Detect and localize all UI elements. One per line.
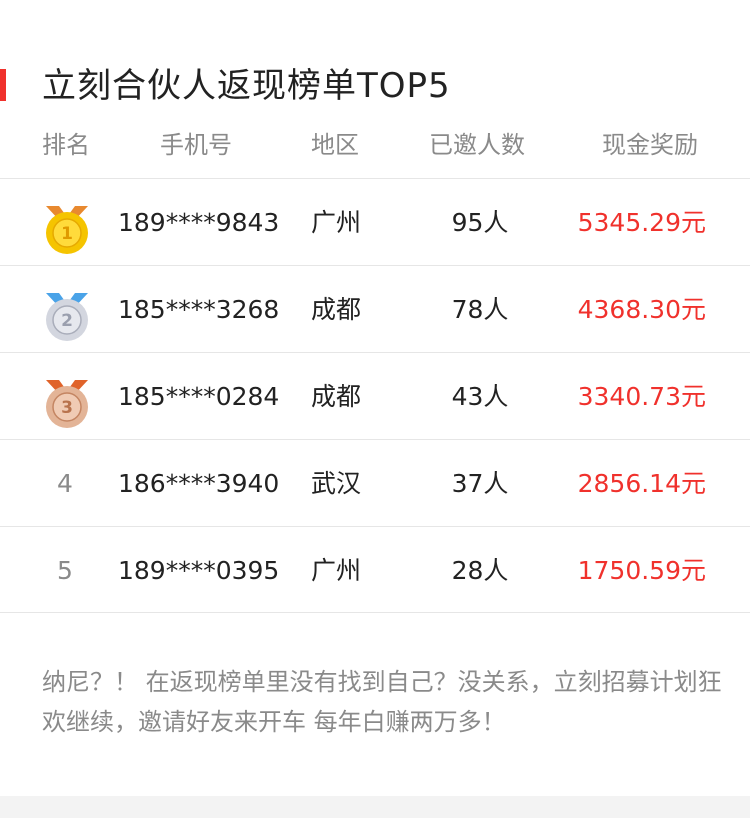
table-row: 3 185****0284 成都 43人 3340.73元 xyxy=(0,352,750,439)
invited-count: 28人 xyxy=(451,556,509,585)
cash-reward: 1750.59元 xyxy=(577,556,706,585)
title-accent-bar xyxy=(0,69,6,101)
table-header: 排名 手机号 地区 已邀人数 现金奖励 xyxy=(0,124,750,166)
rank-number: 5 xyxy=(57,556,73,585)
silver-medal-icon: 2 xyxy=(46,293,88,341)
invited-count: 95人 xyxy=(451,208,509,237)
svg-text:1: 1 xyxy=(61,224,73,244)
phone-number: 189****9843 xyxy=(118,208,280,237)
footer-divider xyxy=(0,796,750,818)
phone-number: 185****3268 xyxy=(118,295,280,324)
cash-reward: 5345.29元 xyxy=(577,208,706,237)
rank-number: 4 xyxy=(57,469,73,498)
gold-medal-icon: 1 xyxy=(46,206,88,254)
cash-reward: 4368.30元 xyxy=(577,295,706,324)
header-rank: 排名 xyxy=(42,131,90,159)
leaderboard-table: 1 189****9843 广州 95人 5345.29元 2 185****3… xyxy=(0,178,750,613)
invited-count: 78人 xyxy=(451,295,509,324)
region: 广州 xyxy=(311,208,362,237)
invited-count: 43人 xyxy=(451,382,509,411)
header-phone: 手机号 xyxy=(160,131,232,159)
region: 成都 xyxy=(311,382,362,411)
svg-text:2: 2 xyxy=(61,311,73,331)
svg-text:3: 3 xyxy=(61,398,73,418)
leaderboard-title-bar: 立刻合伙人返现榜单TOP5 xyxy=(0,66,750,106)
header-region: 地区 xyxy=(311,131,359,159)
cash-reward: 2856.14元 xyxy=(577,469,706,498)
phone-number: 185****0284 xyxy=(118,382,280,411)
phone-number: 189****0395 xyxy=(118,556,280,585)
page-title: 立刻合伙人返现榜单TOP5 xyxy=(42,66,451,106)
region: 武汉 xyxy=(311,469,362,498)
table-row: 1 189****9843 广州 95人 5345.29元 xyxy=(0,178,750,265)
recruitment-note: 纳尼？！ 在返现榜单里没有找到自己？没关系，立刻招募计划狂欢继续，邀请好友来开车… xyxy=(42,668,722,736)
region: 成都 xyxy=(311,295,362,324)
table-row: 4 186****3940 武汉 37人 2856.14元 xyxy=(0,439,750,526)
header-cash-reward: 现金奖励 xyxy=(602,131,698,159)
header-invited-count: 已邀人数 xyxy=(429,131,525,159)
cash-reward: 3340.73元 xyxy=(577,382,706,411)
table-row: 2 185****3268 成都 78人 4368.30元 xyxy=(0,265,750,352)
phone-number: 186****3940 xyxy=(118,469,280,498)
bronze-medal-icon: 3 xyxy=(46,380,88,428)
region: 广州 xyxy=(311,556,362,585)
invited-count: 37人 xyxy=(451,469,509,498)
table-row: 5 189****0395 广州 28人 1750.59元 xyxy=(0,526,750,613)
